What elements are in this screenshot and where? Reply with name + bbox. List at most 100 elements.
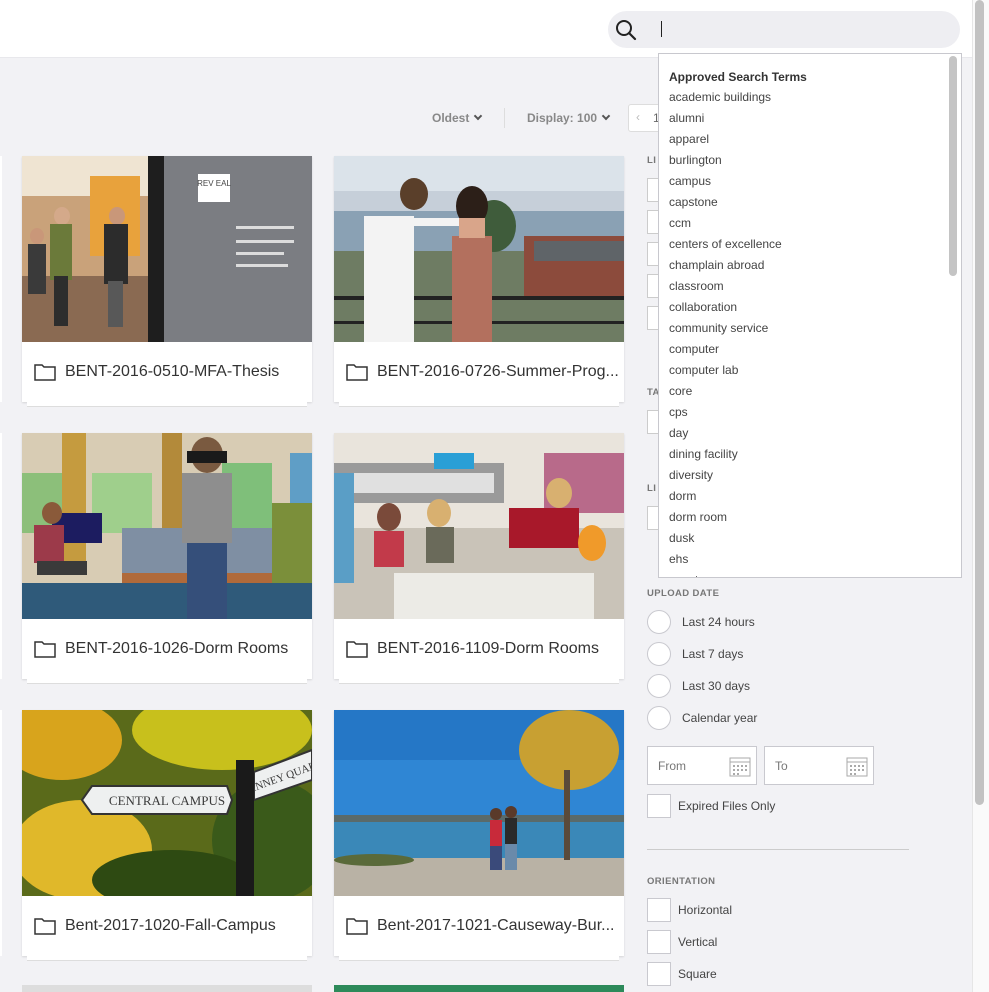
from-date-field[interactable]: From — [647, 746, 757, 785]
checkbox[interactable] — [647, 962, 671, 986]
campus-sign-text: CENTRAL CAMPUS — [109, 793, 225, 808]
suggestion-item[interactable]: collaboration — [669, 300, 782, 321]
display-dropdown[interactable]: Display: 100 — [527, 106, 611, 130]
card-stack-edge — [339, 956, 619, 961]
radio-label: Calendar year — [682, 711, 758, 725]
card-stack-edge — [27, 679, 307, 684]
radio-button[interactable] — [647, 610, 671, 634]
suggestion-item[interactable]: community service — [669, 321, 782, 342]
chevron-left-icon[interactable]: ‹ — [636, 110, 640, 124]
filter-heading-partial: LI — [647, 155, 657, 166]
page-scrollbar-thumb[interactable] — [975, 0, 984, 805]
section-divider — [647, 849, 909, 850]
collection-card[interactable]: BENT-2016-0726-Summer-Prog... — [334, 156, 624, 407]
suggestion-item[interactable]: ehs — [669, 552, 782, 573]
card-stack-edge — [27, 402, 307, 407]
toolbar-divider — [504, 108, 505, 128]
suggestion-item[interactable]: campus — [669, 174, 782, 195]
card-title-row[interactable]: BENT-2016-0726-Summer-Prog... — [334, 342, 624, 402]
search-input[interactable] — [656, 17, 946, 41]
collection-card[interactable]: REV EAL BENT-2016-0510-MFA-Thesis — [22, 156, 312, 407]
collection-card[interactable]: CENTRAL CAMPUS INNEY QUAD Bent-2017-1020… — [22, 710, 312, 961]
search-icon[interactable] — [614, 18, 638, 42]
suggestion-item[interactable]: burlington — [669, 153, 782, 174]
radio-button[interactable] — [647, 706, 671, 730]
suggestion-item[interactable]: champlain abroad — [669, 258, 782, 279]
card-title-row[interactable]: BENT-2016-0510-MFA-Thesis — [22, 342, 312, 402]
expired-files-checkbox[interactable]: Expired Files Only — [647, 794, 775, 818]
collection-card[interactable]: BENT-2016-1109-Dorm Rooms — [334, 433, 624, 684]
checkbox-label: Horizontal — [678, 903, 733, 917]
folder-icon — [346, 364, 368, 381]
suggestion-item[interactable]: centers of excellence — [669, 237, 782, 258]
orientation-horizontal[interactable]: Horizontal — [647, 898, 732, 922]
suggestion-item[interactable]: ccm — [669, 216, 782, 237]
card-thumbnail[interactable] — [334, 710, 624, 896]
suggestion-item[interactable]: dorm room — [669, 510, 782, 531]
suggestion-item[interactable]: day — [669, 426, 782, 447]
radio-button[interactable] — [647, 674, 671, 698]
card-title: BENT-2016-1026-Dorm Rooms — [65, 640, 289, 657]
orientation-heading: ORIENTATION — [647, 876, 716, 887]
folder-icon — [346, 918, 368, 935]
card-thumbnail[interactable]: REV EAL — [22, 156, 312, 342]
card-stack-edge — [27, 956, 307, 961]
orientation-vertical[interactable]: Vertical — [647, 930, 717, 954]
suggestion-item[interactable]: cps — [669, 405, 782, 426]
radio-last-7-days[interactable]: Last 7 days — [647, 642, 743, 666]
card-thumbnail[interactable] — [22, 433, 312, 619]
card-edge — [0, 156, 2, 402]
chevron-down-icon — [601, 111, 611, 121]
suggestion-item[interactable]: computer — [669, 342, 782, 363]
radio-last-30-days[interactable]: Last 30 days — [647, 674, 750, 698]
suggestion-item[interactable]: classroom — [669, 279, 782, 300]
filter-heading-partial: LI — [647, 483, 657, 494]
suggestion-item[interactable]: dining facility — [669, 447, 782, 468]
card-stack-edge — [339, 679, 619, 684]
card-partial — [334, 985, 624, 992]
suggestion-item[interactable]: dusk — [669, 531, 782, 552]
radio-last-24-hours[interactable]: Last 24 hours — [647, 610, 755, 634]
card-title-row[interactable]: Bent-2017-1020-Fall-Campus — [22, 896, 312, 956]
folder-icon — [346, 641, 368, 658]
sort-label: Oldest — [432, 111, 470, 125]
suggestion-item[interactable]: core — [669, 384, 782, 405]
card-title-row[interactable]: Bent-2017-1021-Causeway-Bur... — [334, 896, 624, 956]
suggestion-item[interactable]: academic buildings — [669, 90, 782, 111]
card-title-row[interactable]: BENT-2016-1109-Dorm Rooms — [334, 619, 624, 679]
card-thumbnail[interactable] — [334, 156, 624, 342]
calendar-icon[interactable] — [846, 755, 868, 777]
card-title-row[interactable]: BENT-2016-1026-Dorm Rooms — [22, 619, 312, 679]
suggestion-item[interactable]: computer lab — [669, 363, 782, 384]
card-edge — [0, 710, 2, 956]
card-thumbnail[interactable]: CENTRAL CAMPUS INNEY QUAD — [22, 710, 312, 896]
to-date-field[interactable]: To — [764, 746, 874, 785]
suggestion-item[interactable]: diversity — [669, 468, 782, 489]
checkbox[interactable] — [647, 794, 671, 818]
from-placeholder: From — [658, 759, 686, 773]
text-caret — [661, 21, 662, 37]
dropdown-scrollbar[interactable] — [949, 56, 957, 276]
suggestion-item[interactable]: dorm — [669, 489, 782, 510]
sort-dropdown[interactable]: Oldest — [432, 106, 483, 130]
collection-card[interactable]: BENT-2016-1026-Dorm Rooms — [22, 433, 312, 684]
folder-icon — [34, 918, 56, 935]
suggestion-item[interactable]: capstone — [669, 195, 782, 216]
upload-date-heading: UPLOAD DATE — [647, 588, 720, 599]
checkbox[interactable] — [647, 898, 671, 922]
radio-button[interactable] — [647, 642, 671, 666]
radio-calendar-year[interactable]: Calendar year — [647, 706, 757, 730]
calendar-icon[interactable] — [729, 755, 751, 777]
orientation-square[interactable]: Square — [647, 962, 717, 986]
card-thumbnail[interactable] — [334, 433, 624, 619]
radio-label: Last 30 days — [682, 679, 751, 693]
suggestion-item[interactable]: event — [669, 573, 782, 577]
suggestion-item[interactable]: alumni — [669, 111, 782, 132]
collection-card[interactable]: Bent-2017-1021-Causeway-Bur... — [334, 710, 624, 961]
suggestion-item[interactable]: apparel — [669, 132, 782, 153]
folder-icon — [34, 364, 56, 381]
checkbox[interactable] — [647, 930, 671, 954]
display-label: Display: 100 — [527, 111, 598, 125]
search-suggestions-dropdown[interactable]: Approved Search Terms academic buildings… — [658, 53, 962, 578]
radio-label: Last 24 hours — [682, 615, 755, 629]
